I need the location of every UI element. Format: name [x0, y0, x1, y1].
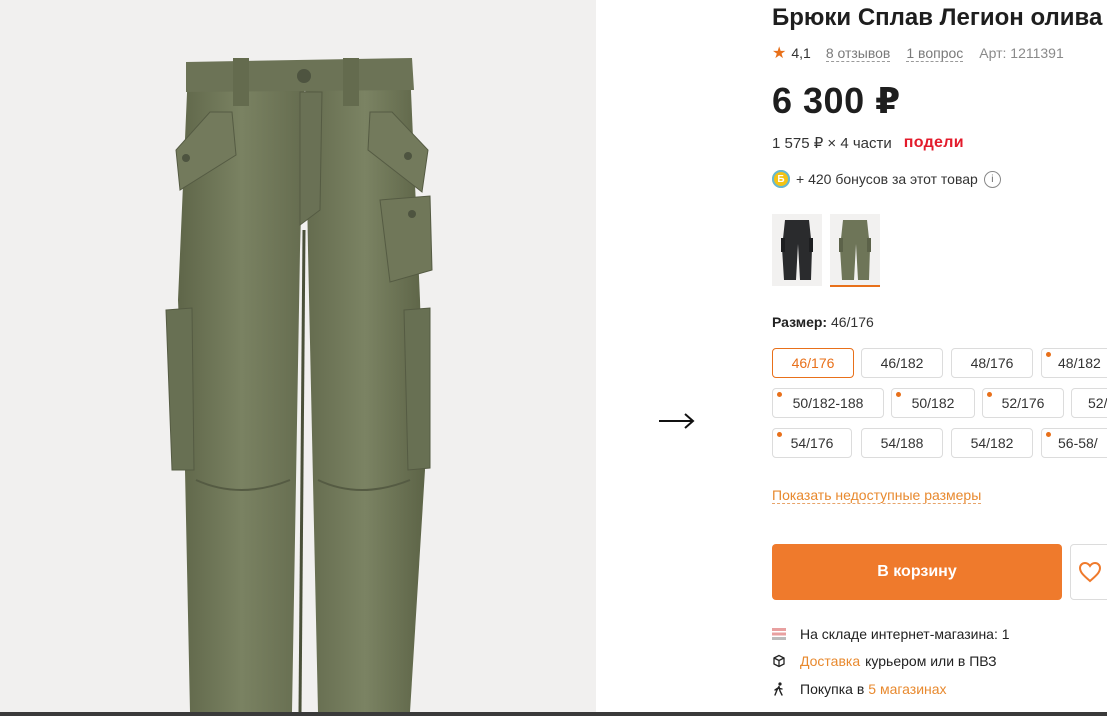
- bonus-icon: Б: [772, 170, 790, 188]
- size-caption: Размер:: [772, 314, 828, 330]
- product-title: Брюки Сплав Легион олива: [772, 4, 1103, 31]
- size-option-label: 46/182: [880, 355, 924, 371]
- size-option-label: 54/182: [970, 435, 1014, 451]
- installment-text: 1 575 ₽ × 4 части: [772, 135, 892, 152]
- size-option[interactable]: 50/182-188: [772, 388, 884, 418]
- bottom-scrollbar[interactable]: [0, 712, 1107, 716]
- star-icon: ★: [772, 45, 787, 62]
- delivery-text: курьером или в ПВЗ: [865, 653, 997, 669]
- variant-swatch-black[interactable]: [772, 214, 822, 286]
- size-option[interactable]: 50/182: [891, 388, 975, 418]
- size-option-label: 52/: [1088, 395, 1107, 411]
- walking-person-icon: [772, 682, 786, 696]
- size-marker-dot: [1046, 352, 1051, 357]
- size-option[interactable]: 52/: [1071, 388, 1107, 418]
- delivery-box-icon: [772, 654, 786, 668]
- favorite-button[interactable]: [1070, 544, 1107, 600]
- product-info: Брюки Сплав Легион олива ★ 4,1 8 отзывов…: [772, 0, 1107, 712]
- size-option-label: 50/182: [911, 395, 955, 411]
- size-option-label: 54/176: [790, 435, 834, 451]
- bonus-info: Б + 420 бонусов за этот товар i: [772, 170, 1001, 188]
- size-marker-dot: [777, 432, 782, 437]
- variant-swatch-olive[interactable]: [830, 214, 880, 287]
- pickup-text: Покупка в: [800, 681, 865, 697]
- stock-text: На складе интернет-магазина: 1: [800, 626, 1010, 642]
- size-option-label: 46/176: [791, 355, 835, 371]
- stores-link[interactable]: 5 магазинах: [868, 681, 946, 697]
- product-meta: ★ 4,1 8 отзывов 1 вопрос Арт: 1211391: [772, 43, 1064, 63]
- size-option[interactable]: 48/182: [1041, 348, 1107, 378]
- size-marker-dot: [1046, 432, 1051, 437]
- pants-image: [165, 58, 433, 712]
- next-image-arrow-icon[interactable]: [656, 406, 698, 436]
- show-unavailable-sizes-link[interactable]: Показать недоступные размеры: [772, 487, 982, 504]
- size-marker-dot: [777, 392, 782, 397]
- product-price: 6 300 ₽: [772, 80, 901, 121]
- pickup-info: Покупка в 5 магазинах: [772, 681, 947, 697]
- size-option[interactable]: 56-58/: [1041, 428, 1107, 458]
- size-option-label: 48/176: [970, 355, 1014, 371]
- size-option[interactable]: 46/176: [772, 348, 854, 378]
- size-option-label: 48/182: [1058, 355, 1101, 371]
- installment-info[interactable]: 1 575 ₽ × 4 части подели: [772, 134, 964, 152]
- selected-size: 46/176: [830, 314, 874, 330]
- bonus-text: + 420 бонусов за этот товар: [796, 171, 978, 187]
- size-option-label: 56-58/: [1058, 435, 1098, 451]
- rating-value: 4,1: [791, 45, 811, 61]
- article-number: Арт: 1211391: [979, 45, 1064, 61]
- black-pants-thumbnail: [781, 220, 813, 280]
- product-image[interactable]: [0, 0, 596, 712]
- size-marker-dot: [896, 392, 901, 397]
- heart-icon: [1078, 561, 1102, 583]
- info-icon[interactable]: i: [983, 170, 1001, 188]
- stock-info: На складе интернет-магазина: 1: [772, 626, 1010, 642]
- size-option[interactable]: 54/176: [772, 428, 852, 458]
- questions-link[interactable]: 1 вопрос: [906, 45, 964, 62]
- delivery-link[interactable]: Доставка: [800, 653, 860, 669]
- size-option[interactable]: 54/188: [861, 428, 943, 458]
- size-marker-dot: [987, 392, 992, 397]
- size-option[interactable]: 48/176: [951, 348, 1033, 378]
- reviews-link[interactable]: 8 отзывов: [825, 45, 891, 62]
- size-label: Размер: 46/176: [772, 314, 874, 330]
- size-option-label: 50/182-188: [792, 395, 864, 411]
- size-option[interactable]: 46/182: [861, 348, 943, 378]
- delivery-info: Доставка курьером или в ПВЗ: [772, 653, 997, 669]
- size-option[interactable]: 52/176: [982, 388, 1064, 418]
- add-to-cart-button[interactable]: В корзину: [772, 544, 1062, 600]
- size-option-label: 54/188: [880, 435, 924, 451]
- size-option[interactable]: 54/182: [951, 428, 1033, 458]
- warehouse-icon: [772, 627, 786, 641]
- size-option-label: 52/176: [1001, 395, 1045, 411]
- olive-pants-thumbnail: [839, 220, 871, 280]
- podeli-logo: подели: [903, 134, 964, 151]
